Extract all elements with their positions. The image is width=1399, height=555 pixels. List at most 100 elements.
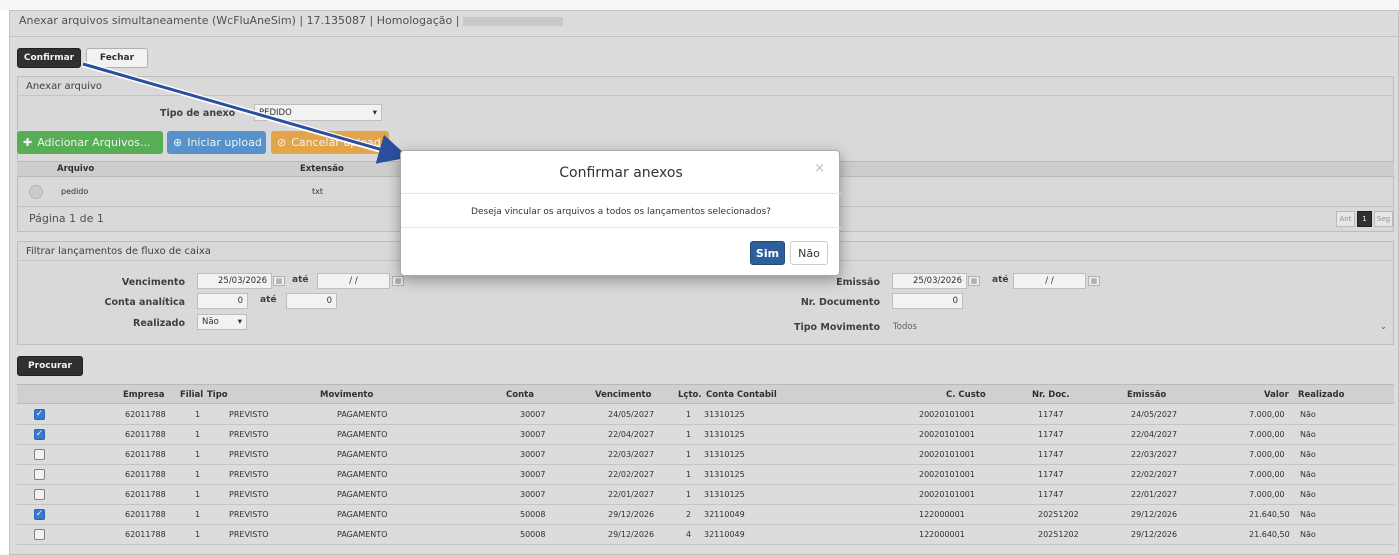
table-row[interactable]: ✓ 62011788 1 PREVISTO PAGAMENTO 30007 22/04/20… bbox=[17, 425, 1394, 445]
start-upload-button[interactable]: ⊕ Iniciar upload bbox=[167, 131, 266, 154]
checkbox[interactable] bbox=[34, 489, 45, 500]
table-row[interactable]: 62011788 1 PREVISTO PAGAMENTO 30007 22/02/202… bbox=[17, 465, 1394, 485]
conta-analitica-label: Conta analítica bbox=[104, 297, 185, 308]
checkbox-checked[interactable]: ✓ bbox=[34, 429, 45, 440]
plus-icon: ✚ bbox=[23, 136, 33, 149]
add-files-button[interactable]: ✚ Adicionar Arquivos... bbox=[17, 131, 163, 154]
attach-type-label: Tipo de anexo bbox=[160, 108, 236, 119]
cell-conta: 30007 bbox=[520, 490, 546, 499]
cell-contabil: 32110049 bbox=[704, 530, 745, 539]
cell-custo: 20020101001 bbox=[919, 430, 975, 439]
files-page-1[interactable]: 1 bbox=[1357, 211, 1372, 227]
col-conta-contabil: Conta Contabil bbox=[706, 390, 777, 400]
close-icon[interactable]: × bbox=[814, 161, 825, 176]
checkbox-checked[interactable]: ✓ bbox=[34, 509, 45, 520]
cancel-upload-button[interactable]: ⊘ Cancelar upload bbox=[271, 131, 389, 154]
modal-title: Confirmar anexos bbox=[559, 165, 683, 181]
nr-documento-input[interactable]: 0 bbox=[892, 293, 963, 309]
cell-conta: 50008 bbox=[520, 510, 546, 519]
cell-realizado: Não bbox=[1300, 430, 1316, 439]
conta-to-input[interactable]: 0 bbox=[286, 293, 337, 309]
cell-empresa: 62011788 bbox=[125, 410, 166, 419]
cell-tipo: PREVISTO bbox=[229, 410, 269, 419]
table-row[interactable]: 62011788 1 PREVISTO PAGAMENTO 30007 22/01/202… bbox=[17, 485, 1394, 505]
cell-filial: 1 bbox=[195, 450, 201, 459]
cell-vencimento: 24/05/2027 bbox=[608, 410, 655, 419]
results-header: Empresa Filial Tipo Movimento Conta Venc… bbox=[17, 384, 1394, 404]
col-c-custo: C. Custo bbox=[946, 390, 986, 400]
chevron-down-icon: ▾ bbox=[372, 107, 377, 118]
attach-type-select[interactable]: PEDIDO ▾ bbox=[254, 104, 382, 121]
emissao-from-input[interactable]: 25/03/2026 bbox=[892, 273, 967, 289]
checkbox[interactable] bbox=[34, 469, 45, 480]
cancel-icon: ⊘ bbox=[277, 136, 287, 149]
cell-movimento: PAGAMENTO bbox=[337, 530, 388, 539]
cell-vencimento: 22/03/2027 bbox=[608, 450, 655, 459]
cell-realizado: Não bbox=[1300, 530, 1316, 539]
tipo-movimento-select[interactable]: Todos ⌄ bbox=[888, 318, 1392, 335]
cell-vencimento: 22/01/2027 bbox=[608, 490, 655, 499]
cell-empresa: 62011788 bbox=[125, 510, 166, 519]
cell-tipo: PREVISTO bbox=[229, 490, 269, 499]
files-prev-button[interactable]: Ant bbox=[1336, 211, 1355, 227]
vencimento-label: Vencimento bbox=[121, 277, 185, 288]
table-row[interactable]: ✓ 62011788 1 PREVISTO PAGAMENTO 50008 29/12/20… bbox=[17, 505, 1394, 525]
cell-tipo: PREVISTO bbox=[229, 530, 269, 539]
files-next-button[interactable]: Seg bbox=[1374, 211, 1393, 227]
cell-tipo: PREVISTO bbox=[229, 510, 269, 519]
cell-nrdoc: 11747 bbox=[1038, 430, 1064, 439]
calendar-icon[interactable]: ▦ bbox=[1088, 276, 1100, 286]
col-conta: Conta bbox=[506, 390, 534, 400]
cell-contabil: 31310125 bbox=[704, 410, 745, 419]
calendar-icon[interactable]: ▦ bbox=[968, 276, 980, 286]
checkbox[interactable] bbox=[34, 529, 45, 540]
checkbox[interactable] bbox=[34, 449, 45, 460]
cell-vencimento: 22/02/2027 bbox=[608, 470, 655, 479]
cell-custo: 20020101001 bbox=[919, 490, 975, 499]
confirm-button[interactable]: Confirmar bbox=[17, 48, 81, 68]
vencimento-from-input[interactable]: 25/03/2026 bbox=[197, 273, 272, 289]
emissao-ate-label: até bbox=[992, 275, 1009, 285]
col-filial: Filial bbox=[180, 390, 204, 400]
emissao-to-input[interactable]: / / bbox=[1013, 273, 1086, 289]
table-row[interactable]: 62011788 1 PREVISTO PAGAMENTO 50008 29/12/202… bbox=[17, 525, 1394, 545]
calendar-icon[interactable]: ▦ bbox=[392, 276, 404, 286]
cell-nrdoc: 11747 bbox=[1038, 490, 1064, 499]
cell-empresa: 62011788 bbox=[125, 490, 166, 499]
attach-panel-title: Anexar arquivo bbox=[18, 77, 1393, 96]
add-files-label: Adicionar Arquivos... bbox=[37, 136, 151, 149]
cell-valor: 7.000,00 bbox=[1249, 490, 1285, 499]
cell-empresa: 62011788 bbox=[125, 430, 166, 439]
files-page-info: Página 1 de 1 bbox=[29, 212, 104, 225]
cell-emissao: 22/04/2027 bbox=[1131, 430, 1178, 439]
cell-movimento: PAGAMENTO bbox=[337, 430, 388, 439]
close-button[interactable]: Fechar bbox=[86, 48, 148, 68]
vencimento-to-input[interactable]: / / bbox=[317, 273, 390, 289]
cell-movimento: PAGAMENTO bbox=[337, 470, 388, 479]
cell-valor: 7.000,00 bbox=[1249, 410, 1285, 419]
cell-vencimento: 29/12/2026 bbox=[608, 530, 655, 539]
no-button[interactable]: Não bbox=[790, 241, 828, 265]
table-row[interactable]: 62011788 1 PREVISTO PAGAMENTO 30007 22/03/202… bbox=[17, 445, 1394, 465]
cell-nrdoc: 20251202 bbox=[1038, 530, 1079, 539]
table-row[interactable]: ✓ 62011788 1 PREVISTO PAGAMENTO 30007 24/05/20… bbox=[17, 405, 1394, 425]
modal-message: Deseja vincular os arquivos a todos os l… bbox=[471, 207, 771, 217]
cell-emissao: 22/02/2027 bbox=[1131, 470, 1178, 479]
cell-lcto: 1 bbox=[686, 430, 692, 439]
yes-button[interactable]: Sim bbox=[750, 241, 785, 265]
search-button[interactable]: Procurar bbox=[17, 356, 83, 376]
cell-tipo: PREVISTO bbox=[229, 430, 269, 439]
cell-custo: 122000001 bbox=[919, 530, 965, 539]
calendar-icon[interactable]: ▦ bbox=[273, 276, 285, 286]
vencimento-ate-label: até bbox=[292, 275, 309, 285]
conta-from-input[interactable]: 0 bbox=[197, 293, 248, 309]
cell-valor: 7.000,00 bbox=[1249, 430, 1285, 439]
window-title-text: Anexar arquivos simultaneamente (WcFluAn… bbox=[19, 14, 460, 27]
cell-lcto: 1 bbox=[686, 450, 692, 459]
realizado-select[interactable]: Não ▾ bbox=[197, 314, 247, 330]
cell-emissao: 22/01/2027 bbox=[1131, 490, 1178, 499]
cell-conta: 30007 bbox=[520, 410, 546, 419]
cell-realizado: Não bbox=[1300, 450, 1316, 459]
checkbox-checked[interactable]: ✓ bbox=[34, 409, 45, 420]
start-upload-label: Iniciar upload bbox=[187, 136, 262, 149]
